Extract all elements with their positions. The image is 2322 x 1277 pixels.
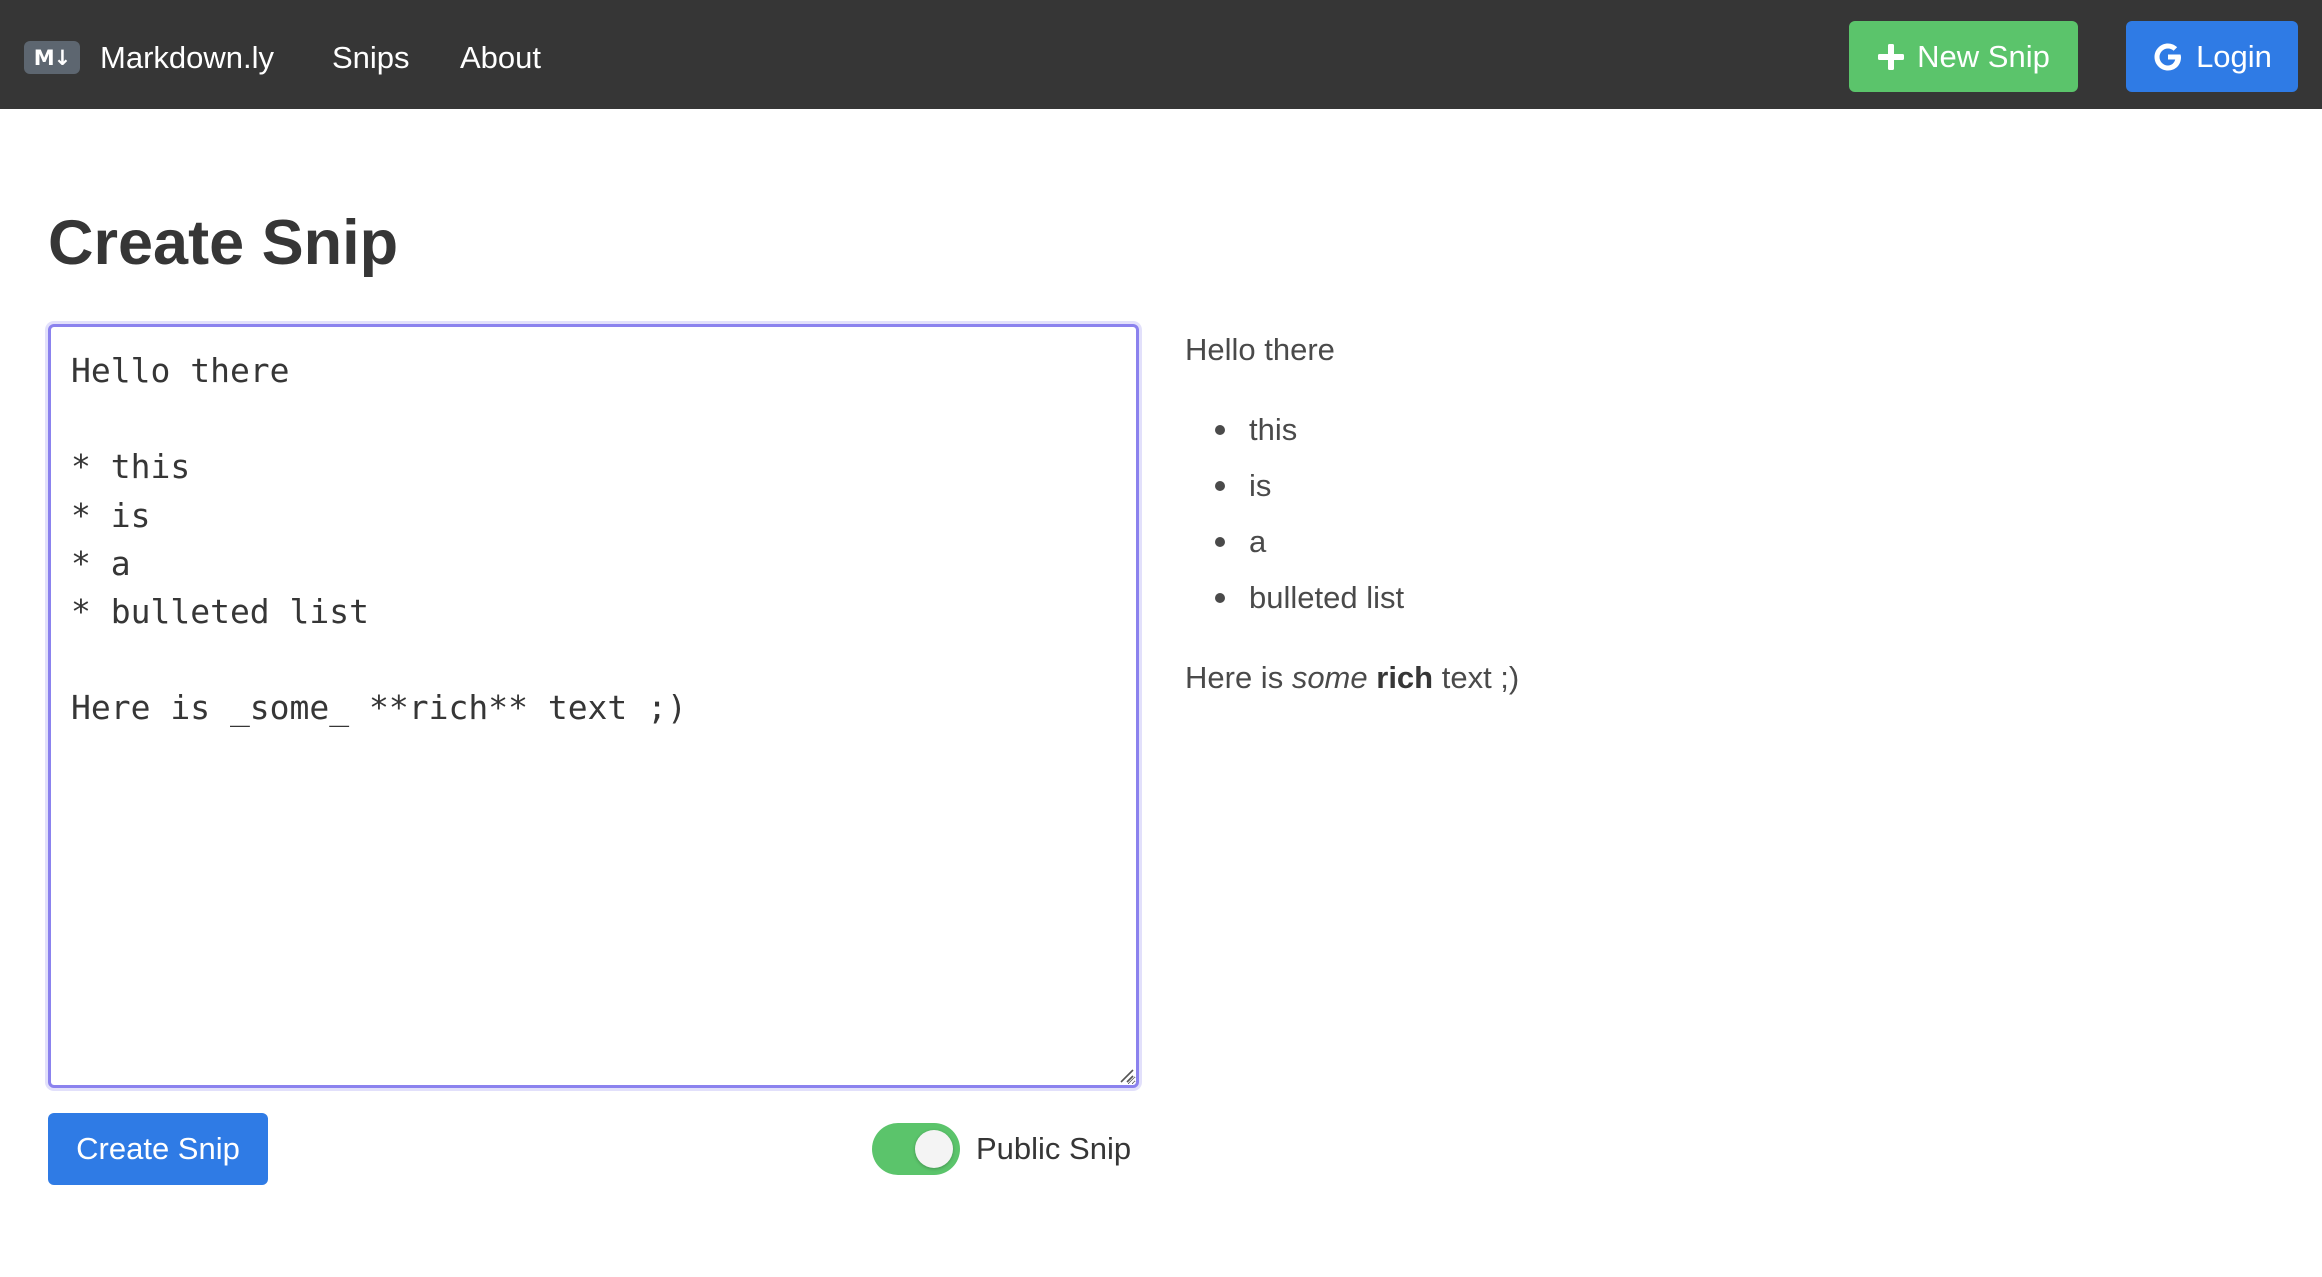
rich-text-space	[1368, 660, 1377, 695]
markdown-editor[interactable]	[48, 324, 1139, 1088]
list-item-text: is	[1249, 468, 1272, 503]
rich-text-before: Here is	[1185, 660, 1292, 695]
brand-link[interactable]: Markdown.ly	[100, 30, 274, 86]
create-snip-button[interactable]: Create Snip	[48, 1113, 268, 1185]
bullet-icon	[1215, 593, 1225, 603]
preview-rich-paragraph: Here is some rich text ;)	[1185, 650, 2275, 706]
google-icon	[2152, 41, 2184, 73]
rich-text-after: text ;)	[1433, 660, 1520, 695]
markdown-preview: Hello there this is a bulleted list Here…	[1185, 322, 2275, 706]
plus-icon	[1877, 43, 1905, 71]
list-item: is	[1185, 458, 2275, 514]
public-snip-label: Public Snip	[976, 1131, 1132, 1166]
page-title: Create Snip	[48, 208, 399, 278]
nav-link-snips[interactable]: Snips	[332, 30, 410, 86]
navbar: M↓ Markdown.ly Snips About New Snip Logi…	[0, 0, 2322, 109]
login-button[interactable]: Login	[2126, 21, 2298, 92]
list-item: bulleted list	[1185, 570, 2275, 626]
resize-handle-icon[interactable]	[1119, 1068, 1135, 1084]
new-snip-label: New Snip	[1917, 38, 2050, 74]
login-label: Login	[2196, 38, 2272, 74]
toggle-knob	[915, 1130, 953, 1168]
new-snip-button[interactable]: New Snip	[1849, 21, 2078, 92]
bullet-icon	[1215, 481, 1225, 491]
list-item-text: this	[1249, 412, 1298, 447]
list-item-text: bulleted list	[1249, 580, 1405, 615]
preview-paragraph: Hello there	[1185, 332, 1335, 367]
list-item-text: a	[1249, 524, 1267, 559]
markdown-logo-icon[interactable]: M↓	[24, 41, 80, 74]
preview-bullet-list: this is a bulleted list	[1185, 402, 2275, 626]
list-item: a	[1185, 514, 2275, 570]
public-snip-toggle[interactable]	[872, 1123, 960, 1175]
bullet-icon	[1215, 537, 1225, 547]
list-item: this	[1185, 402, 2275, 458]
rich-text-italic: some	[1291, 660, 1368, 695]
nav-link-about[interactable]: About	[460, 30, 541, 86]
rich-text-bold: rich	[1376, 660, 1434, 695]
bullet-icon	[1215, 425, 1225, 435]
